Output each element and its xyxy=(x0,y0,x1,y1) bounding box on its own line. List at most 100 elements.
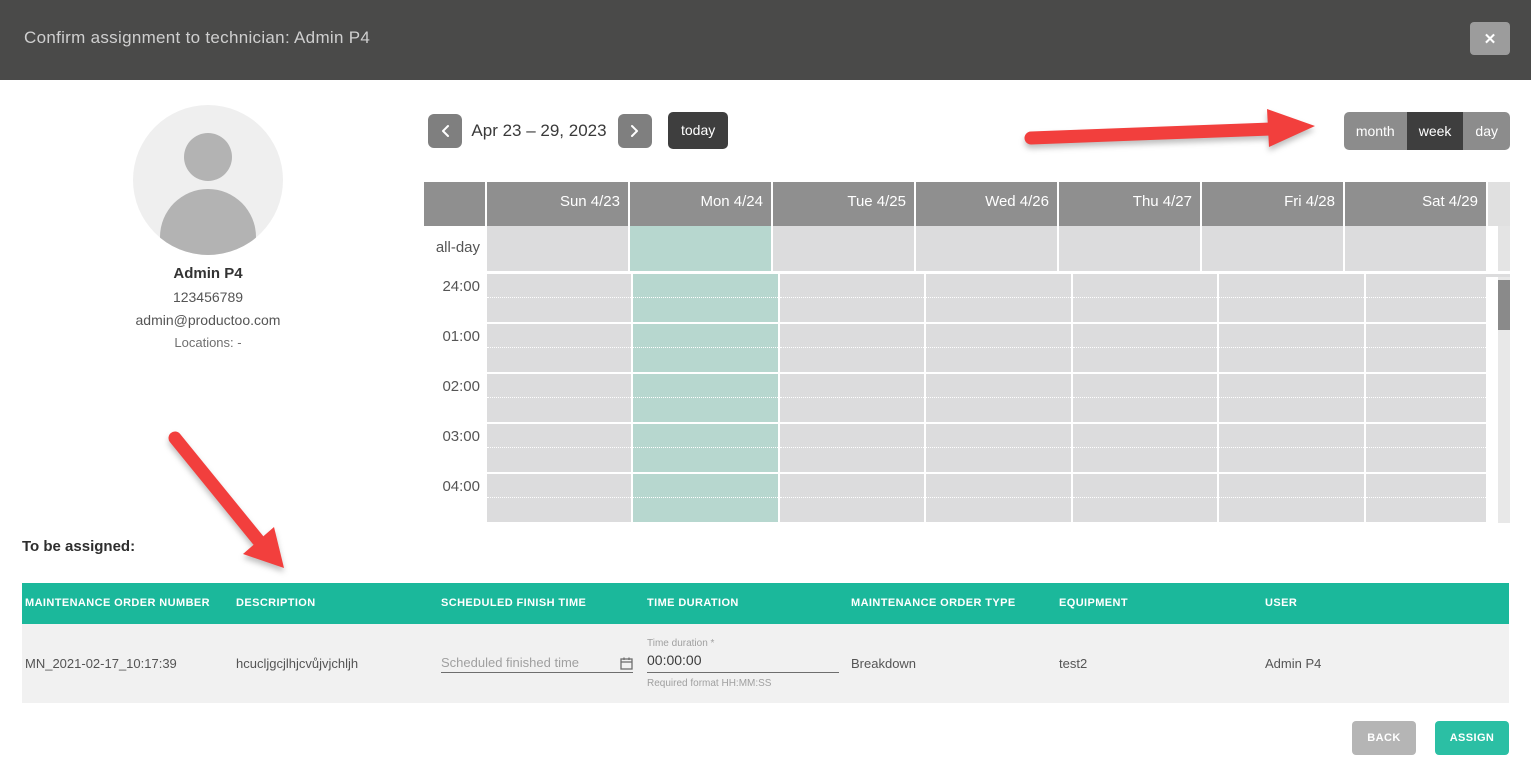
to-be-assigned-heading: To be assigned: xyxy=(22,538,135,555)
week-calendar-grid[interactable]: Sun 4/23 Mon 4/24 Tue 4/25 Wed 4/26 Thu … xyxy=(424,182,1510,523)
technician-avatar xyxy=(133,105,283,255)
time-duration-helper: Required format HH:MM:SS xyxy=(647,678,839,689)
time-cell[interactable] xyxy=(924,474,1070,523)
time-cell[interactable] xyxy=(778,374,924,424)
time-label: 03:00 xyxy=(424,424,485,474)
calendar-icon[interactable] xyxy=(620,657,633,670)
time-cell[interactable] xyxy=(1071,274,1217,324)
modal-title: Confirm assignment to technician: Admin … xyxy=(24,28,370,48)
time-cell[interactable] xyxy=(485,324,631,374)
calendar-day-header-row: Sun 4/23 Mon 4/24 Tue 4/25 Wed 4/26 Thu … xyxy=(424,182,1510,226)
cell-maintenance-order-type: Breakdown xyxy=(848,624,1056,703)
cell-time-duration: Time duration * Required format HH:MM:SS xyxy=(644,624,848,703)
time-cell[interactable] xyxy=(1217,274,1363,324)
technician-phone: 123456789 xyxy=(38,289,378,305)
time-cell[interactable] xyxy=(485,424,631,474)
time-cell-highlighted[interactable] xyxy=(631,374,777,424)
all-day-cell[interactable] xyxy=(485,226,628,271)
time-cell[interactable] xyxy=(1071,374,1217,424)
time-cell-highlighted[interactable] xyxy=(631,274,777,324)
hour-row: 04:00 xyxy=(424,474,1510,523)
view-day-button[interactable]: day xyxy=(1463,112,1510,150)
time-cell[interactable] xyxy=(1217,324,1363,374)
all-day-cell[interactable] xyxy=(1343,226,1486,271)
hour-row: 03:00 xyxy=(424,424,1510,474)
time-label: 24:00 xyxy=(424,274,485,324)
time-duration-label: Time duration * xyxy=(647,638,839,649)
time-cell-highlighted[interactable] xyxy=(631,424,777,474)
time-cell[interactable] xyxy=(1217,474,1363,523)
assignment-table-header: MAINTENANCE ORDER NUMBER DESCRIPTION SCH… xyxy=(22,583,1509,624)
time-cell[interactable] xyxy=(485,274,631,324)
day-header-sun: Sun 4/23 xyxy=(485,182,628,226)
day-header-mon: Mon 4/24 xyxy=(628,182,771,226)
all-day-cell[interactable] xyxy=(771,226,914,271)
annotation-arrow-right xyxy=(1015,98,1325,168)
close-button[interactable]: ✕ xyxy=(1470,22,1510,55)
time-label: 01:00 xyxy=(424,324,485,374)
time-cell[interactable] xyxy=(485,474,631,523)
col-description: DESCRIPTION xyxy=(233,583,438,624)
time-cell[interactable] xyxy=(778,424,924,474)
day-header-thu: Thu 4/27 xyxy=(1057,182,1200,226)
time-cell[interactable] xyxy=(1217,424,1363,474)
time-cell-highlighted[interactable] xyxy=(631,324,777,374)
time-cell[interactable] xyxy=(778,324,924,374)
assignment-modal: Confirm assignment to technician: Admin … xyxy=(0,0,1531,759)
time-cell[interactable] xyxy=(1071,324,1217,374)
technician-info: Admin P4 123456789 admin@productoo.com L… xyxy=(38,265,378,350)
assignment-table-row: MN_2021-02-17_10:17:39 hcucljgcjlhjcvůjv… xyxy=(22,624,1509,703)
time-cell[interactable] xyxy=(924,374,1070,424)
all-day-cell[interactable] xyxy=(1057,226,1200,271)
time-cell[interactable] xyxy=(924,274,1070,324)
view-month-button[interactable]: month xyxy=(1344,112,1407,150)
cell-equipment: test2 xyxy=(1056,624,1262,703)
all-day-cell[interactable] xyxy=(914,226,1057,271)
time-cell[interactable] xyxy=(924,424,1070,474)
time-cell-highlighted[interactable] xyxy=(631,474,777,523)
view-week-button[interactable]: week xyxy=(1407,112,1464,150)
technician-name: Admin P4 xyxy=(38,265,378,282)
cell-description: hcucljgcjlhjcvůjvjchljh xyxy=(233,624,438,703)
time-cell[interactable] xyxy=(924,324,1070,374)
modal-header: Confirm assignment to technician: Admin … xyxy=(0,0,1531,80)
assign-button[interactable]: ASSIGN xyxy=(1435,721,1509,755)
view-switcher: month week day xyxy=(1344,112,1510,150)
scrollbar-thumb[interactable] xyxy=(1498,280,1510,330)
back-button[interactable]: BACK xyxy=(1352,721,1416,755)
chevron-left-icon xyxy=(440,124,450,138)
technician-email: admin@productoo.com xyxy=(38,312,378,328)
calendar-scrollbar[interactable] xyxy=(1486,277,1510,523)
col-maintenance-order-number: MAINTENANCE ORDER NUMBER xyxy=(22,583,233,624)
time-duration-input[interactable] xyxy=(647,652,839,673)
hour-row: 02:00 xyxy=(424,374,1510,424)
all-day-cell-highlighted[interactable] xyxy=(628,226,771,271)
time-cell[interactable] xyxy=(1071,474,1217,523)
col-time-duration: TIME DURATION xyxy=(644,583,848,624)
time-cell[interactable] xyxy=(778,274,924,324)
footer-actions: BACK ASSIGN xyxy=(1352,721,1509,755)
cell-maintenance-order-number: MN_2021-02-17_10:17:39 xyxy=(22,624,233,703)
calendar-prev-button[interactable] xyxy=(428,114,462,148)
col-equipment: EQUIPMENT xyxy=(1056,583,1262,624)
hour-row: 24:00 xyxy=(424,274,1510,324)
day-header-wed: Wed 4/26 xyxy=(914,182,1057,226)
time-cell[interactable] xyxy=(485,374,631,424)
time-cell[interactable] xyxy=(1071,424,1217,474)
today-button[interactable]: today xyxy=(668,112,728,149)
day-header-tue: Tue 4/25 xyxy=(771,182,914,226)
col-user: USER xyxy=(1262,583,1509,624)
day-header-sat: Sat 4/29 xyxy=(1343,182,1486,226)
col-scheduled-finish-time: SCHEDULED FINISH TIME xyxy=(438,583,644,624)
col-maintenance-order-type: MAINTENANCE ORDER TYPE xyxy=(848,583,1056,624)
all-day-cell[interactable] xyxy=(1200,226,1343,271)
avatar-person-icon xyxy=(184,133,232,181)
time-cell[interactable] xyxy=(1217,374,1363,424)
time-label: 02:00 xyxy=(424,374,485,424)
calendar-next-button[interactable] xyxy=(618,114,652,148)
calendar-date-range: Apr 23 – 29, 2023 xyxy=(464,121,614,141)
time-cell[interactable] xyxy=(778,474,924,523)
annotation-arrow-diagonal xyxy=(148,428,308,583)
technician-locations: Locations: - xyxy=(38,335,378,350)
scheduled-finish-time-input[interactable] xyxy=(441,655,620,670)
